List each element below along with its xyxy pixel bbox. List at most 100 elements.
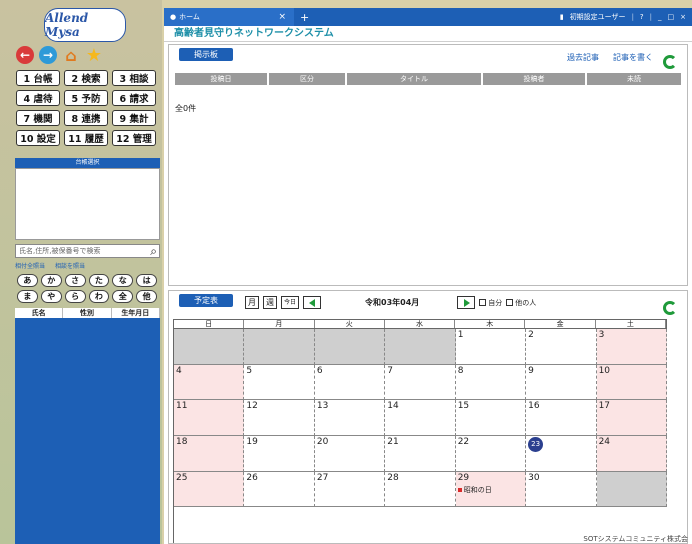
day-number: 26 xyxy=(246,472,258,483)
ledger-select-list[interactable] xyxy=(15,168,160,240)
menu-coop-button[interactable]: 8 連携 xyxy=(64,110,108,126)
checkbox-icon[interactable] xyxy=(479,299,487,306)
bulletin-title: 掲示板 xyxy=(179,48,233,61)
calendar-day-cell[interactable]: 26 xyxy=(244,471,315,508)
kana-button[interactable]: か xyxy=(40,274,62,287)
calendar-day-cell[interactable]: 12 xyxy=(244,400,315,436)
checkbox-icon[interactable] xyxy=(506,299,514,306)
calendar-day-cell[interactable]: 16 xyxy=(526,400,597,436)
menu-agency-button[interactable]: 7 機関 xyxy=(16,110,60,126)
menu-prevention-button[interactable]: 5 予防 xyxy=(64,90,108,106)
calendar-day-cell[interactable]: 28 xyxy=(385,471,456,508)
search-option-1[interactable]: 相付全照当 xyxy=(15,261,45,270)
kana-button[interactable]: さ xyxy=(64,274,86,287)
calendar-day-cell[interactable]: 29 昭和の日 xyxy=(455,471,527,508)
kana-button[interactable]: あ xyxy=(17,274,38,287)
calendar-day-cell[interactable]: 6 xyxy=(314,364,386,401)
close-icon[interactable]: × xyxy=(278,12,286,22)
person-list: 氏名 性別 生年月日 xyxy=(15,308,160,544)
col-author[interactable]: 投稿者 xyxy=(483,73,585,85)
calendar-day-cell[interactable]: 2 xyxy=(526,329,597,365)
menu-settings-button[interactable]: 10 設定 xyxy=(16,130,60,146)
calendar-day-cell[interactable]: 20 xyxy=(314,436,386,472)
col-title[interactable]: タイトル xyxy=(347,73,481,85)
menu-admin-button[interactable]: 12 管理 xyxy=(112,130,156,146)
calendar-day-cell[interactable]: 30 xyxy=(526,471,597,508)
calendar-day-cell[interactable]: 18 xyxy=(174,436,245,472)
week-view-button[interactable]: 週 xyxy=(263,296,277,309)
today-button[interactable]: 今日 xyxy=(281,296,300,309)
calendar-day-cell[interactable]: 22 xyxy=(455,436,527,472)
user-name[interactable]: 初期設定ユーザー xyxy=(570,12,626,22)
calendar-day-cell[interactable]: 3 xyxy=(596,329,667,365)
calendar-day-cell[interactable]: 13 xyxy=(314,400,386,436)
kana-button[interactable]: た xyxy=(88,274,110,287)
calendar-day-cell[interactable]: 27 xyxy=(314,471,386,508)
menu-history-button[interactable]: 11 履歴 xyxy=(64,130,108,146)
calendar-day-cell[interactable]: 1 xyxy=(455,329,527,365)
col-posted-date[interactable]: 投稿日 xyxy=(175,73,267,85)
calendar-day-cell[interactable]: 5 xyxy=(244,364,315,401)
col-category[interactable]: 区分 xyxy=(269,73,345,85)
help-icon[interactable]: ? xyxy=(640,13,644,21)
col-unread[interactable]: 未読 xyxy=(587,73,681,85)
menu-consult-button[interactable]: 3 相談 xyxy=(112,70,156,86)
back-arrow-icon[interactable]: ← xyxy=(16,46,34,64)
others-checkbox[interactable]: 他の人 xyxy=(506,298,536,308)
star-icon[interactable]: ★ xyxy=(85,45,103,66)
kana-button[interactable]: は xyxy=(136,274,157,287)
user-icon: ▮ xyxy=(559,13,564,21)
past-articles-link[interactable]: 過去記事 xyxy=(567,52,599,63)
self-checkbox[interactable]: 自分 xyxy=(479,298,502,308)
logo-text: Allend Mysa xyxy=(45,11,89,39)
add-tab-icon[interactable]: + xyxy=(300,11,309,24)
menu-ledger-button[interactable]: 1 台帳 xyxy=(16,70,60,86)
kana-button[interactable]: わ xyxy=(88,290,110,303)
prev-month-button[interactable] xyxy=(303,296,322,309)
weekday-thu: 木 xyxy=(455,320,526,328)
calendar-day-cell[interactable]: 7 xyxy=(385,364,456,401)
calendar-day-cell[interactable]: 11 xyxy=(174,400,245,436)
person-search-input[interactable]: 氏名,住所,被保番号で検索 ⌕ xyxy=(15,244,160,258)
calendar-day-cell[interactable]: 15 xyxy=(455,400,527,436)
day-number: 22 xyxy=(457,437,470,447)
kana-button[interactable]: ら xyxy=(64,290,86,303)
kana-button[interactable]: 全 xyxy=(112,290,134,303)
calendar-event[interactable]: 昭和の日 xyxy=(457,485,523,495)
calendar-day-cell[interactable]: 19 xyxy=(244,436,315,472)
calendar-day-cell[interactable]: 25 xyxy=(174,471,245,508)
calendar-day-cell[interactable]: 24 xyxy=(596,436,667,472)
menu-request-button[interactable]: 6 請求 xyxy=(112,90,156,106)
kana-button[interactable]: ま xyxy=(17,290,38,303)
menu-search-button[interactable]: 2 検索 xyxy=(64,70,108,86)
refresh-icon[interactable] xyxy=(663,301,677,315)
home-icon[interactable]: ⌂ xyxy=(62,46,80,65)
col-gender[interactable]: 性別 xyxy=(63,308,112,318)
col-name[interactable]: 氏名 xyxy=(15,308,64,318)
search-option-2[interactable]: 相談を照当 xyxy=(55,261,85,270)
kana-button[interactable]: 他 xyxy=(136,290,157,303)
close-window-icon[interactable]: × xyxy=(680,13,686,21)
calendar-day-cell[interactable]: 23 xyxy=(526,436,597,472)
calendar-day-cell[interactable]: 4 xyxy=(174,364,245,401)
refresh-icon[interactable] xyxy=(663,55,677,69)
next-month-button[interactable] xyxy=(457,296,476,309)
minimize-icon[interactable]: _ xyxy=(658,13,662,21)
menu-abuse-button[interactable]: 4 虐待 xyxy=(16,90,60,106)
calendar-day-cell[interactable]: 8 xyxy=(455,364,527,401)
calendar-day-cell[interactable]: 14 xyxy=(385,400,456,436)
search-icon[interactable]: ⌕ xyxy=(150,244,157,259)
calendar-day-cell[interactable]: 21 xyxy=(385,436,456,472)
menu-aggregate-button[interactable]: 9 集計 xyxy=(112,110,156,126)
calendar-day-cell[interactable]: 9 xyxy=(526,364,597,401)
calendar-day-cell[interactable]: 17 xyxy=(596,400,667,436)
write-article-link[interactable]: 記事を書く xyxy=(613,52,653,63)
maximize-icon[interactable]: □ xyxy=(668,13,675,21)
kana-button[interactable]: や xyxy=(40,290,62,303)
kana-button[interactable]: な xyxy=(112,274,134,287)
month-view-button[interactable]: 月 xyxy=(245,296,259,309)
col-birthdate[interactable]: 生年月日 xyxy=(112,308,160,318)
calendar-day-cell[interactable]: 10 xyxy=(596,364,667,401)
forward-arrow-icon[interactable]: → xyxy=(39,46,57,64)
tab-home[interactable]: ● ホーム × xyxy=(164,8,294,26)
